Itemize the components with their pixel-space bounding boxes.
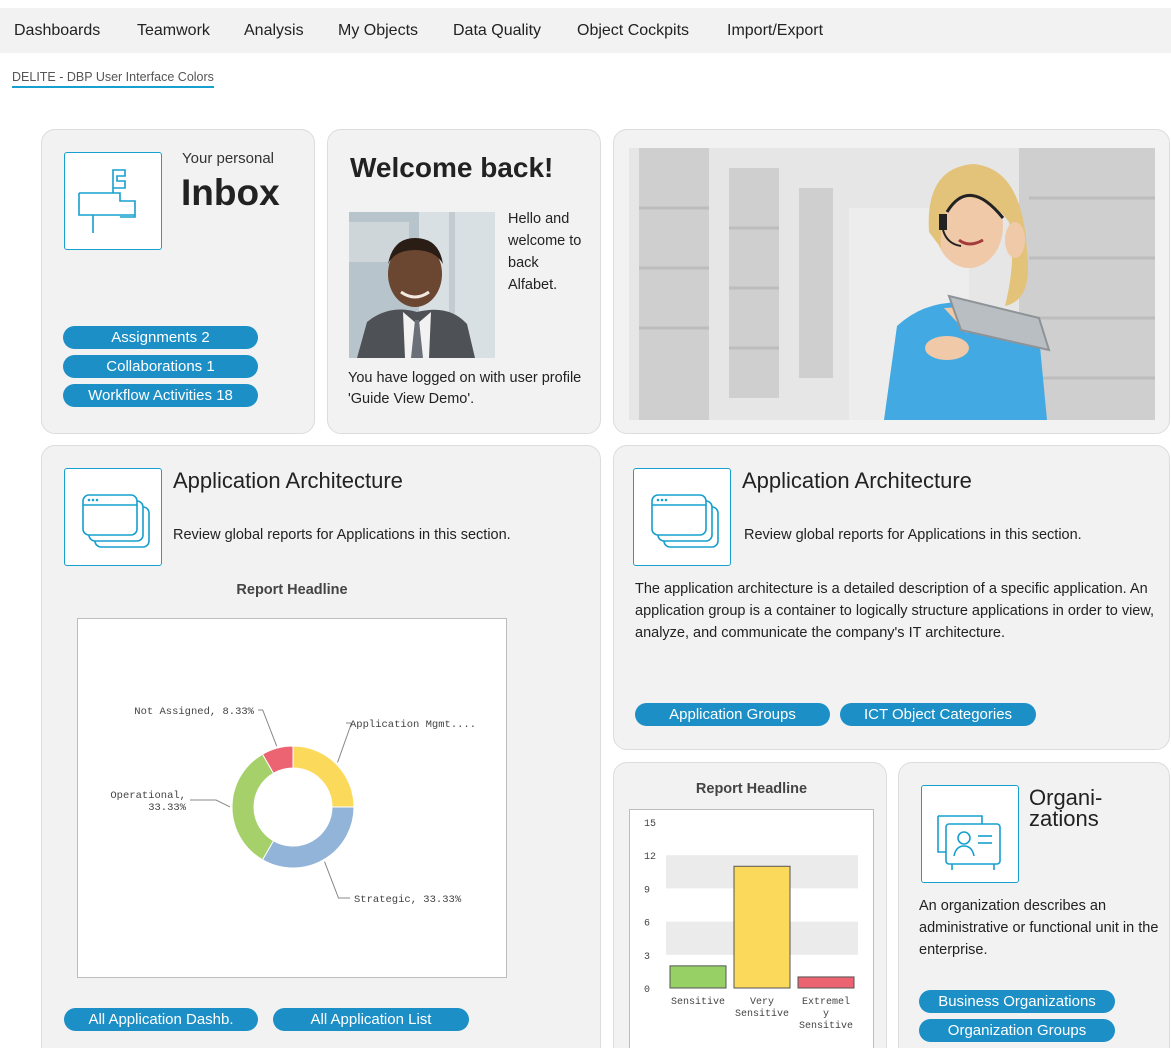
donut-chart: Application Mgmt.... Strategic, 33.33% Ope… (77, 618, 507, 978)
y-tick-label: 3 (644, 952, 650, 963)
organizations-description: An organization describes an administrat… (919, 898, 1159, 958)
assignments-button[interactable]: Assignments 2 (63, 326, 258, 349)
support-agent-photo (629, 148, 1155, 420)
bar-chart-card: Report Headline 0 3 6 9 12 15 Sensitive Very Sen… (613, 762, 887, 1048)
nav-object-cockpits[interactable]: Object Cockpits (577, 8, 689, 53)
donut-slice-label: Application Mgmt.... (350, 719, 476, 731)
organization-groups-button[interactable]: Organization Groups (919, 1019, 1115, 1042)
donut-slice-label: Operational, 33.33% (110, 790, 186, 814)
organizations-card: Organi- zations An organization describe… (898, 762, 1170, 1048)
welcome-card: Welcome back! Hello and welcome to back … (327, 129, 601, 434)
welcome-greeting: Hello and welcome to back Alfabet. (508, 211, 582, 293)
app-architecture-card: Application Architecture Review global r… (41, 445, 601, 1048)
donut-slice-label: Not Assigned, 8.33% (134, 706, 254, 718)
login-info: You have logged on with user profile 'Gu… (348, 370, 582, 407)
hero-card (613, 129, 1170, 434)
app-architecture-description: The application architecture is a detail… (635, 581, 1155, 641)
donut-label-connector (258, 709, 278, 747)
inbox-card: Your personal Inbox Assignments 2 Collab… (41, 129, 315, 434)
top-navigation: Dashboards Teamwork Analysis My Objects … (0, 8, 1171, 53)
donut-slice-label: Strategic, 33.33% (354, 894, 462, 906)
ict-object-categories-button[interactable]: ICT Object Categories (840, 703, 1036, 726)
app-architecture-subtitle: Review global reports for Applications i… (173, 527, 511, 543)
windows-stack-icon (64, 468, 162, 566)
y-tick-label: 9 (644, 885, 650, 896)
bar-report-headline: Report Headline (695, 781, 808, 797)
mailbox-icon (64, 152, 162, 250)
app-architecture-info-title: Application Architecture (742, 468, 972, 493)
all-application-dashboards-button[interactable]: All Application Dashb. (64, 1008, 258, 1031)
y-tick-label: 15 (644, 819, 656, 830)
nav-analysis[interactable]: Analysis (244, 8, 304, 53)
windows-stack-icon (633, 468, 731, 566)
organizations-title: Organi- zations (1029, 785, 1103, 831)
app-architecture-info-card: Application Architecture Review global r… (613, 445, 1170, 750)
bar-chart: 0 3 6 9 12 15 Sensitive Very Sensitive Extremel y S… (629, 809, 874, 1048)
y-tick-label: 0 (644, 985, 650, 996)
nav-import-export[interactable]: Import/Export (727, 8, 823, 53)
bar (797, 976, 855, 989)
nav-data-quality[interactable]: Data Quality (453, 8, 541, 53)
workflow-activities-button[interactable]: Workflow Activities 18 (63, 384, 258, 407)
nav-dashboards[interactable]: Dashboards (14, 8, 100, 53)
donut-label-connector (190, 799, 231, 808)
y-tick-label: 12 (644, 852, 656, 863)
welcome-title: Welcome back! (350, 152, 554, 183)
inbox-title: Inbox (181, 172, 280, 213)
org-chart-icon (921, 785, 1019, 883)
nav-teamwork[interactable]: Teamwork (137, 8, 210, 53)
nav-my-objects[interactable]: My Objects (338, 8, 418, 53)
report-headline: Report Headline (236, 582, 348, 598)
all-application-list-button[interactable]: All Application List (273, 1008, 469, 1031)
business-organizations-button[interactable]: Business Organizations (919, 990, 1115, 1013)
bar (669, 965, 727, 989)
application-groups-button[interactable]: Application Groups (635, 703, 830, 726)
donut-slice (231, 753, 275, 861)
x-tick-label: Very Sensitive (735, 997, 789, 1020)
x-tick-label: Sensitive (671, 996, 725, 1008)
donut-slice (261, 806, 355, 869)
bar (733, 865, 791, 989)
breadcrumb[interactable]: DELITE - DBP User Interface Colors (12, 70, 214, 88)
app-architecture-info-subtitle: Review global reports for Applications i… (744, 527, 1082, 543)
user-portrait (349, 212, 495, 358)
app-architecture-title: Application Architecture (173, 468, 403, 493)
inbox-subtitle: Your personal (182, 150, 275, 167)
y-tick-label: 6 (644, 919, 650, 930)
x-tick-label: Extremel y Sensitive (799, 996, 853, 1032)
donut-label-connector (324, 861, 350, 899)
donut-slice (292, 745, 355, 808)
collaborations-button[interactable]: Collaborations 1 (63, 355, 258, 378)
